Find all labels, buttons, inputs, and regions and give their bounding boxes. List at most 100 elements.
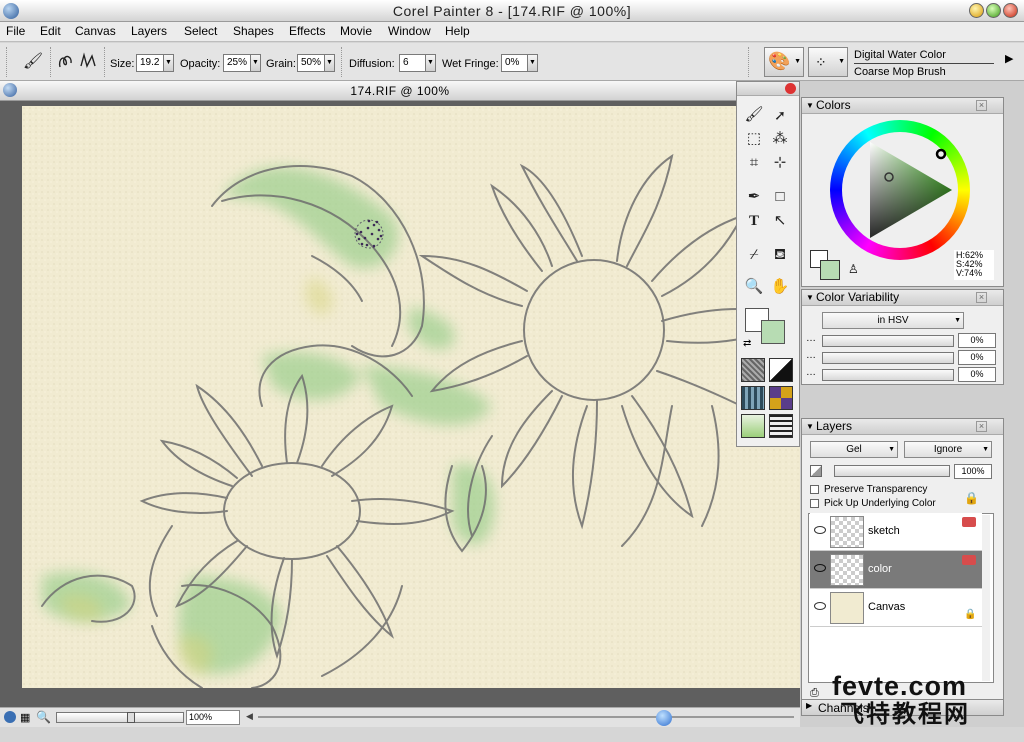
zoom-slider[interactable] — [56, 712, 184, 723]
layers-panel-header[interactable]: ▼ Layers × — [802, 419, 1003, 435]
pattern-selector-icon[interactable] — [741, 386, 765, 410]
size-field[interactable]: 19.2 — [136, 54, 164, 72]
size-dropdown-icon[interactable]: ▼ — [163, 54, 174, 72]
zoom-slider-thumb[interactable] — [127, 712, 135, 723]
zoom-icon[interactable]: 🔍 — [36, 710, 51, 724]
value-variability-value[interactable]: 0% — [958, 367, 996, 382]
selection-adjuster-icon[interactable]: ⊹ — [769, 152, 791, 174]
scroll-left-arrow-icon[interactable]: ◀ — [246, 711, 253, 722]
pick-up-underlying-color-checkbox[interactable] — [810, 499, 819, 508]
grain-dropdown-icon[interactable]: ▼ — [324, 54, 335, 72]
menu-layers[interactable]: Layers — [131, 24, 167, 38]
menu-edit[interactable]: Edit — [40, 24, 61, 38]
swap-colors-icon[interactable]: ⇄ — [743, 338, 751, 349]
collapse-icon[interactable]: ▼ — [806, 98, 814, 113]
close-button[interactable] — [1003, 3, 1018, 18]
menu-shapes[interactable]: Shapes — [233, 24, 274, 38]
freehand-stroke-icon[interactable] — [56, 51, 76, 73]
color-variability-header[interactable]: ▼ Color Variability × — [802, 290, 1003, 306]
main-color-swatch[interactable] — [820, 260, 840, 280]
rectangular-selection-icon[interactable]: ⬚ — [743, 128, 765, 150]
expand-icon[interactable]: ▶ — [806, 701, 812, 710]
eye-icon[interactable] — [814, 602, 826, 610]
layer-opacity-value[interactable]: 100% — [954, 464, 992, 479]
expand-arrow-icon[interactable]: ▶ — [1005, 52, 1013, 65]
main-color-swatch[interactable] — [761, 320, 785, 344]
grabber-hand-icon[interactable]: ✋ — [769, 276, 791, 298]
close-icon[interactable] — [785, 83, 796, 94]
wet-fringe-field[interactable]: 0% — [501, 54, 528, 72]
paper-selector-icon[interactable] — [741, 358, 765, 382]
lock-icon[interactable]: 🔒 — [964, 491, 979, 505]
brush-category-selector[interactable]: 🎨 ▼ — [764, 47, 804, 77]
saturation-value-triangle[interactable] — [830, 120, 970, 260]
pen-icon[interactable]: ✒ — [743, 186, 765, 208]
menu-effects[interactable]: Effects — [289, 24, 325, 38]
hue-variability-slider[interactable] — [822, 335, 954, 347]
menu-canvas[interactable]: Canvas — [75, 24, 116, 38]
collapse-icon[interactable]: ▼ — [806, 290, 814, 305]
layer-row-sketch[interactable]: sketch — [810, 513, 982, 551]
value-variability-slider[interactable] — [822, 369, 954, 381]
wet-fringe-dropdown-icon[interactable]: ▼ — [527, 54, 538, 72]
menu-window[interactable]: Window — [388, 24, 431, 38]
hue-variability-value[interactable]: 0% — [958, 333, 996, 348]
composite-method-dropdown[interactable]: Gel ▼ — [810, 441, 898, 458]
horizontal-scroll-thumb[interactable] — [656, 710, 672, 726]
grip[interactable] — [748, 47, 750, 77]
dropper-icon[interactable]: ⌿ — [743, 244, 765, 266]
magnifier-icon[interactable]: 🔍 — [743, 276, 765, 298]
hue-ring[interactable] — [830, 120, 970, 260]
look-selector-icon[interactable] — [769, 414, 793, 438]
saturation-variability-slider[interactable] — [822, 352, 954, 364]
menu-select[interactable]: Select — [184, 24, 217, 38]
toolbox-header[interactable] — [737, 82, 799, 96]
grid-icon[interactable]: ▦ — [20, 711, 30, 724]
layer-opacity-slider[interactable] — [834, 465, 950, 477]
info-icon[interactable] — [4, 711, 16, 723]
composite-depth-dropdown[interactable]: Ignore ▼ — [904, 441, 992, 458]
layer-adjuster-icon[interactable]: ➚ — [769, 104, 791, 126]
paint-bucket-icon[interactable]: ⛾ — [769, 244, 791, 266]
straight-line-stroke-icon[interactable] — [78, 51, 98, 73]
crop-icon[interactable]: ⌗ — [743, 152, 765, 174]
layer-list-scrollbar[interactable] — [982, 515, 990, 681]
shape-selection-icon[interactable]: ↖ — [769, 210, 791, 232]
diffusion-dropdown-icon[interactable]: ▼ — [425, 54, 436, 72]
brush-icon[interactable]: 🖌 — [743, 104, 765, 126]
menu-file[interactable]: File — [6, 24, 25, 38]
text-icon[interactable]: T — [743, 210, 765, 232]
weaving-selector-icon[interactable] — [769, 386, 793, 410]
rectangle-shape-icon[interactable]: □ — [769, 186, 791, 208]
eye-icon[interactable] — [814, 564, 826, 572]
opacity-dropdown-icon[interactable]: ▼ — [250, 54, 261, 72]
brush-variant-selector[interactable]: ⁘ ▼ — [808, 47, 848, 77]
colors-panel-header[interactable]: ▼ Colors × — [802, 98, 1003, 114]
eye-icon[interactable] — [814, 526, 826, 534]
drawing-canvas[interactable] — [22, 106, 800, 688]
close-icon[interactable]: × — [976, 292, 987, 303]
variability-mode-dropdown[interactable]: in HSV ▼ — [822, 312, 964, 329]
close-icon[interactable]: × — [976, 421, 987, 432]
clone-color-icon[interactable]: ♙ — [848, 262, 859, 276]
grain-field[interactable]: 50% — [297, 54, 325, 72]
zoom-level-field[interactable]: 100% — [186, 710, 240, 725]
horizontal-scrollbar-track[interactable] — [258, 716, 794, 718]
saturation-variability-value[interactable]: 0% — [958, 350, 996, 365]
minimize-button[interactable] — [969, 3, 984, 18]
gradient-selector-icon[interactable] — [769, 358, 793, 382]
close-icon[interactable]: × — [976, 100, 987, 111]
magic-wand-icon[interactable]: ⁂ — [769, 128, 791, 150]
preserve-transparency-checkbox[interactable] — [810, 485, 819, 494]
diffusion-field[interactable]: 6 — [399, 54, 426, 72]
opacity-field[interactable]: 25% — [223, 54, 251, 72]
layer-row-canvas[interactable]: Canvas 🔒 — [810, 589, 982, 627]
menu-movie[interactable]: Movie — [340, 24, 372, 38]
maximize-button[interactable] — [986, 3, 1001, 18]
collapse-icon[interactable]: ▼ — [806, 419, 814, 434]
menu-help[interactable]: Help — [445, 24, 470, 38]
layer-row-color[interactable]: color — [810, 551, 982, 589]
nozzle-selector-icon[interactable] — [741, 414, 765, 438]
grip[interactable] — [6, 47, 8, 77]
composite-depth-value: Ignore — [933, 444, 963, 455]
